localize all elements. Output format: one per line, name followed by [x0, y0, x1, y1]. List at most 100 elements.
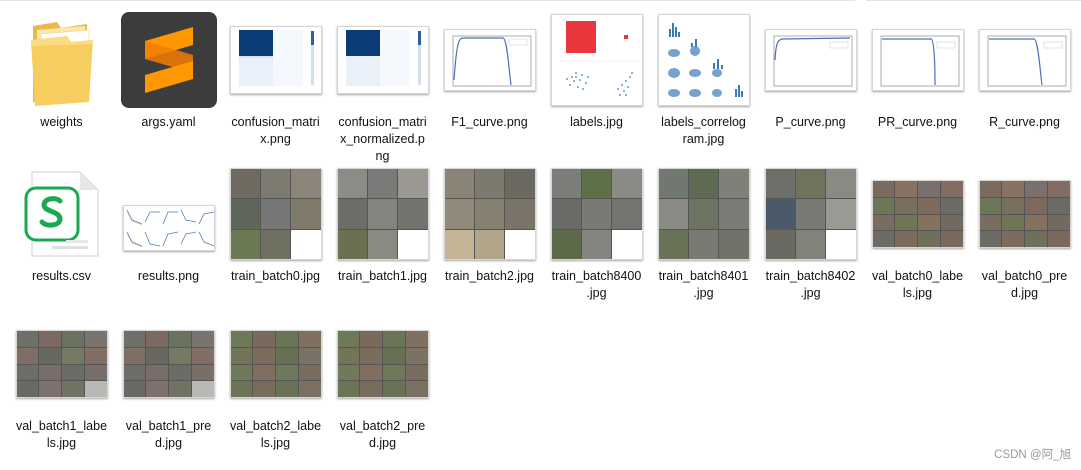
image-mosaic-thumbnail	[229, 168, 322, 260]
file-label-line: train_batch8401	[658, 269, 749, 283]
file-item-p-curve[interactable]: P_curve.png	[757, 10, 864, 150]
file-item-train-batch2[interactable]: train_batch2.jpg	[436, 164, 543, 294]
file-label: results.csv	[8, 268, 115, 285]
file-label-line: d.jpg	[1010, 286, 1039, 300]
file-label-line: val_batch1_pre	[125, 419, 212, 433]
file-item-val-batch2-labels[interactable]: val_batch2_labe ls.jpg	[222, 314, 329, 450]
file-item-val-batch1-pred[interactable]: val_batch1_pre d.jpg	[115, 314, 222, 450]
file-item-confusion-matrix-normalized[interactable]: confusion_matri x_normalized.p ng	[329, 10, 436, 170]
file-label-line: ls.jpg	[902, 286, 933, 300]
file-label-line: d.jpg	[154, 436, 183, 450]
image-mosaic-thumbnail	[550, 168, 643, 260]
file-label-line: labels.jpg	[570, 115, 623, 129]
image-mosaic-thumbnail	[764, 168, 857, 260]
file-item-train-batch1[interactable]: train_batch1.jpg	[329, 164, 436, 294]
file-label-line: train_batch1.jpg	[338, 269, 427, 283]
file-label: P_curve.png	[757, 114, 864, 131]
image-mosaic-thumbnail	[871, 180, 964, 248]
file-label-line: train_batch8400	[551, 269, 642, 283]
curve-thumbnail	[764, 29, 857, 91]
file-label-line: ng	[375, 149, 390, 163]
file-label: train_batch8401 .jpg	[650, 268, 757, 302]
image-mosaic-thumbnail	[978, 180, 1071, 248]
file-label: train_batch8402 .jpg	[757, 268, 864, 302]
file-label-line: confusion_matri	[338, 115, 427, 129]
file-label-line: P_curve.png	[775, 115, 846, 129]
file-label-line: labels_correlog	[661, 115, 746, 129]
file-label: labels_correlog ram.jpg	[650, 114, 757, 148]
file-label-line: val_batch0_labe	[871, 269, 964, 283]
results-plots-thumbnail	[122, 205, 215, 251]
curve-thumbnail	[871, 29, 964, 91]
curve-thumbnail	[443, 29, 536, 91]
file-label-line: val_batch2_pre	[339, 419, 426, 433]
file-item-labels-correlogram[interactable]: labels_correlog ram.jpg	[650, 10, 757, 150]
file-item-args-yaml[interactable]: args.yaml	[115, 10, 222, 150]
file-label: PR_curve.png	[864, 114, 971, 131]
file-item-weights[interactable]: weights	[8, 10, 115, 150]
file-grid: weights args.yaml confusion_matri x.png …	[0, 0, 1081, 470]
correlogram-thumbnail	[657, 14, 750, 106]
file-label-line: val_batch1_labe	[15, 419, 108, 433]
file-label-line: F1_curve.png	[451, 115, 528, 129]
file-label-line: val_batch0_pre	[981, 269, 1068, 283]
file-label: train_batch8400 .jpg	[543, 268, 650, 302]
file-label-line: x_normalized.p	[340, 132, 425, 146]
sublime-text-icon	[120, 12, 217, 108]
file-label-line: train_batch8402	[765, 269, 856, 283]
file-label-line: args.yaml	[141, 115, 196, 129]
file-item-val-batch1-labels[interactable]: val_batch1_labe ls.jpg	[8, 314, 115, 450]
file-label-line: PR_curve.png	[877, 115, 958, 129]
folder-icon	[30, 22, 93, 106]
file-item-train-batch0[interactable]: train_batch0.jpg	[222, 164, 329, 294]
file-item-train-batch8402[interactable]: train_batch8402 .jpg	[757, 164, 864, 304]
confusion-matrix-normalized-thumbnail	[336, 26, 429, 94]
image-mosaic-thumbnail	[443, 168, 536, 260]
file-label-line: .jpg	[586, 286, 607, 300]
file-label-line: ls.jpg	[260, 436, 291, 450]
file-label-line: results.csv	[31, 269, 92, 283]
file-label: train_batch2.jpg	[436, 268, 543, 285]
file-label: results.png	[115, 268, 222, 285]
file-label-line: d.jpg	[368, 436, 397, 450]
watermark: CSDN @阿_旭	[994, 449, 1071, 461]
file-label: confusion_matri x.png	[222, 114, 329, 148]
file-label: F1_curve.png	[436, 114, 543, 131]
file-label: confusion_matri x_normalized.p ng	[329, 114, 436, 165]
file-item-pr-curve[interactable]: PR_curve.png	[864, 10, 971, 150]
file-label: train_batch0.jpg	[222, 268, 329, 285]
file-item-labels[interactable]: labels.jpg	[543, 10, 650, 150]
file-item-train-batch8401[interactable]: train_batch8401 .jpg	[650, 164, 757, 304]
image-mosaic-thumbnail	[336, 168, 429, 260]
image-mosaic-thumbnail	[657, 168, 750, 260]
image-mosaic-thumbnail	[336, 330, 429, 398]
curve-thumbnail	[978, 29, 1071, 91]
file-item-val-batch0-pred[interactable]: val_batch0_pre d.jpg	[971, 164, 1078, 304]
file-label-line: x.png	[260, 132, 291, 146]
file-label: weights	[8, 114, 115, 131]
file-label: val_batch2_pre d.jpg	[329, 418, 436, 452]
file-item-val-batch0-labels[interactable]: val_batch0_labe ls.jpg	[864, 164, 971, 304]
file-item-results-csv[interactable]: results.csv	[8, 164, 115, 294]
file-label-line: train_batch2.jpg	[445, 269, 534, 283]
file-label-line: results.png	[137, 269, 200, 283]
file-label: R_curve.png	[971, 114, 1078, 131]
file-label-line: confusion_matri	[231, 115, 320, 129]
file-item-train-batch8400[interactable]: train_batch8400 .jpg	[543, 164, 650, 304]
file-label-line: .jpg	[693, 286, 714, 300]
file-label: val_batch2_labe ls.jpg	[222, 418, 329, 452]
file-item-val-batch2-pred[interactable]: val_batch2_pre d.jpg	[329, 314, 436, 450]
file-label-line: train_batch0.jpg	[231, 269, 320, 283]
image-mosaic-thumbnail	[122, 330, 215, 398]
file-label: train_batch1.jpg	[329, 268, 436, 285]
file-label: val_batch1_pre d.jpg	[115, 418, 222, 452]
file-label: val_batch1_labe ls.jpg	[8, 418, 115, 452]
file-item-confusion-matrix[interactable]: confusion_matri x.png	[222, 10, 329, 150]
file-label-line: val_batch2_labe	[229, 419, 322, 433]
file-item-r-curve[interactable]: R_curve.png	[971, 10, 1078, 150]
file-item-f1-curve[interactable]: F1_curve.png	[436, 10, 543, 150]
file-label: labels.jpg	[543, 114, 650, 131]
file-label-line: ls.jpg	[46, 436, 77, 450]
file-label: args.yaml	[115, 114, 222, 131]
file-item-results-png[interactable]: results.png	[115, 164, 222, 294]
